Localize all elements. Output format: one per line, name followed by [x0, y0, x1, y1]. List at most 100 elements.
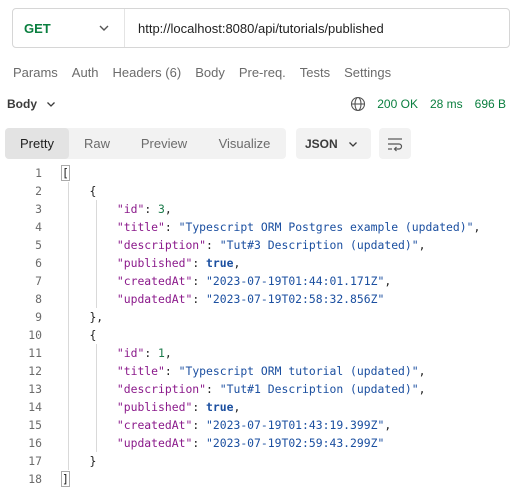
format-selector[interactable]: JSON	[296, 128, 371, 159]
json-string: "2023-07-19T01:44:01.171Z"	[206, 274, 385, 288]
line-number: 11	[28, 346, 42, 360]
json-key: "updatedAt"	[116, 436, 193, 450]
code-text: "title": "Typescript ORM Postgres exampl…	[42, 218, 480, 236]
url-input[interactable]: http://localhost:8080/api/tutorials/publ…	[125, 21, 384, 36]
tab-pre-request[interactable]: Pre-req.	[239, 65, 286, 80]
code-text: ]	[42, 470, 70, 488]
line-number: 14	[28, 400, 42, 414]
json-punctuation: :	[192, 274, 207, 288]
code-text: "createdAt": "2023-07-19T01:43:19.399Z",	[42, 416, 391, 434]
code-text: "id": 1,	[42, 344, 172, 362]
globe-icon[interactable]	[350, 96, 366, 112]
tab-params[interactable]: Params	[13, 65, 58, 80]
code-text: }	[42, 452, 96, 470]
json-string: "Typescript ORM tutorial (updated)"	[178, 364, 419, 378]
code-text: "updatedAt": "2023-07-19T02:58:32.856Z"	[42, 290, 384, 308]
code-line: 9 },	[0, 308, 510, 326]
json-punctuation: :	[192, 256, 207, 270]
json-string: "Tut#1 Description (updated)"	[219, 382, 419, 396]
json-key: "description"	[116, 382, 207, 396]
json-key: "createdAt"	[116, 418, 193, 432]
response-section-selector[interactable]: Body	[7, 97, 56, 111]
line-number: 4	[35, 220, 42, 234]
code-line: 6 "published": true,	[0, 254, 510, 272]
code-line: 2 {	[0, 182, 510, 200]
json-key: "id"	[116, 346, 145, 360]
code-line: 7 "createdAt": "2023-07-19T01:44:01.171Z…	[0, 272, 510, 290]
response-stats: 200 OK 28 ms 696 B	[350, 96, 506, 112]
code-text: "title": "Typescript ORM tutorial (updat…	[42, 362, 426, 380]
chevron-down-icon	[348, 141, 357, 147]
response-header: Body 200 OK 28 ms 696 B	[7, 94, 510, 114]
chevron-down-icon	[99, 25, 109, 31]
wrap-lines-button[interactable]	[379, 128, 411, 159]
json-number: 1	[158, 346, 165, 360]
code-text: "published": true,	[42, 398, 240, 416]
format-label: JSON	[305, 136, 338, 151]
json-punctuation: ,	[418, 382, 426, 396]
json-key: "createdAt"	[116, 274, 193, 288]
chevron-down-icon	[47, 102, 55, 107]
line-number: 13	[28, 382, 42, 396]
code-line: 17 }	[0, 452, 510, 470]
json-punctuation: :	[192, 418, 207, 432]
json-punctuation: ,	[418, 238, 426, 252]
json-punctuation: ,	[164, 346, 172, 360]
status-code[interactable]: 200 OK	[377, 97, 418, 111]
json-punctuation: :	[206, 238, 220, 252]
tab-headers[interactable]: Headers (6)	[113, 65, 182, 80]
json-punctuation: ,	[384, 418, 392, 432]
json-punctuation: :	[144, 202, 159, 216]
json-string: "2023-07-19T02:59:43.299Z"	[206, 436, 385, 450]
json-key: "updatedAt"	[116, 292, 193, 306]
code-text: "description": "Tut#1 Description (updat…	[42, 380, 426, 398]
request-tabs: Params Auth Headers (6) Body Pre-req. Te…	[13, 62, 405, 82]
json-punctuation: },	[89, 310, 104, 324]
json-punctuation: ,	[233, 400, 241, 414]
json-punctuation: ,	[418, 364, 426, 378]
view-pretty[interactable]: Pretty	[5, 128, 69, 159]
response-size[interactable]: 696 B	[475, 97, 506, 111]
line-number: 12	[28, 364, 42, 378]
line-number: 1	[35, 166, 42, 180]
wrap-lines-icon	[388, 137, 403, 151]
json-key: "description"	[116, 238, 207, 252]
method-label: GET	[24, 20, 51, 36]
json-punctuation: :	[144, 346, 159, 360]
code-line: 8 "updatedAt": "2023-07-19T02:58:32.856Z…	[0, 290, 510, 308]
line-number: 2	[35, 184, 42, 198]
code-text: {	[42, 326, 96, 344]
line-number: 7	[35, 274, 42, 288]
json-punctuation: :	[192, 292, 207, 306]
json-punctuation: :	[192, 436, 207, 450]
code-line: 5 "description": "Tut#3 Description (upd…	[0, 236, 510, 254]
line-number: 18	[28, 472, 42, 486]
json-punctuation: :	[192, 400, 207, 414]
tab-auth[interactable]: Auth	[72, 65, 99, 80]
line-number: 6	[35, 256, 42, 270]
code-line: 10 {	[0, 326, 510, 344]
code-line: 3 "id": 3,	[0, 200, 510, 218]
method-selector[interactable]: GET	[13, 9, 125, 47]
json-punctuation: :	[206, 382, 220, 396]
json-key: "published"	[116, 256, 193, 270]
line-number: 9	[35, 310, 42, 324]
line-number: 17	[28, 454, 42, 468]
json-punctuation: ,	[473, 220, 481, 234]
line-number: 10	[28, 328, 42, 342]
json-bracket: ]	[61, 471, 70, 487]
code-line: 4 "title": "Typescript ORM Postgres exam…	[0, 218, 510, 236]
tab-tests[interactable]: Tests	[300, 65, 330, 80]
code-line: 1[	[0, 164, 510, 182]
response-time[interactable]: 28 ms	[430, 97, 463, 111]
response-body-code[interactable]: 1[2 {3 "id": 3, 4 "title": "Typescript OR…	[0, 164, 510, 494]
code-line: 14 "published": true,	[0, 398, 510, 416]
tab-body[interactable]: Body	[195, 65, 225, 80]
view-visualize[interactable]: Visualize	[203, 128, 286, 159]
view-preview[interactable]: Preview	[125, 128, 203, 159]
line-number: 16	[28, 436, 42, 450]
tab-settings[interactable]: Settings	[344, 65, 391, 80]
view-raw[interactable]: Raw	[69, 128, 125, 159]
json-key: "title"	[116, 220, 165, 234]
code-line: 11 "id": 1,	[0, 344, 510, 362]
